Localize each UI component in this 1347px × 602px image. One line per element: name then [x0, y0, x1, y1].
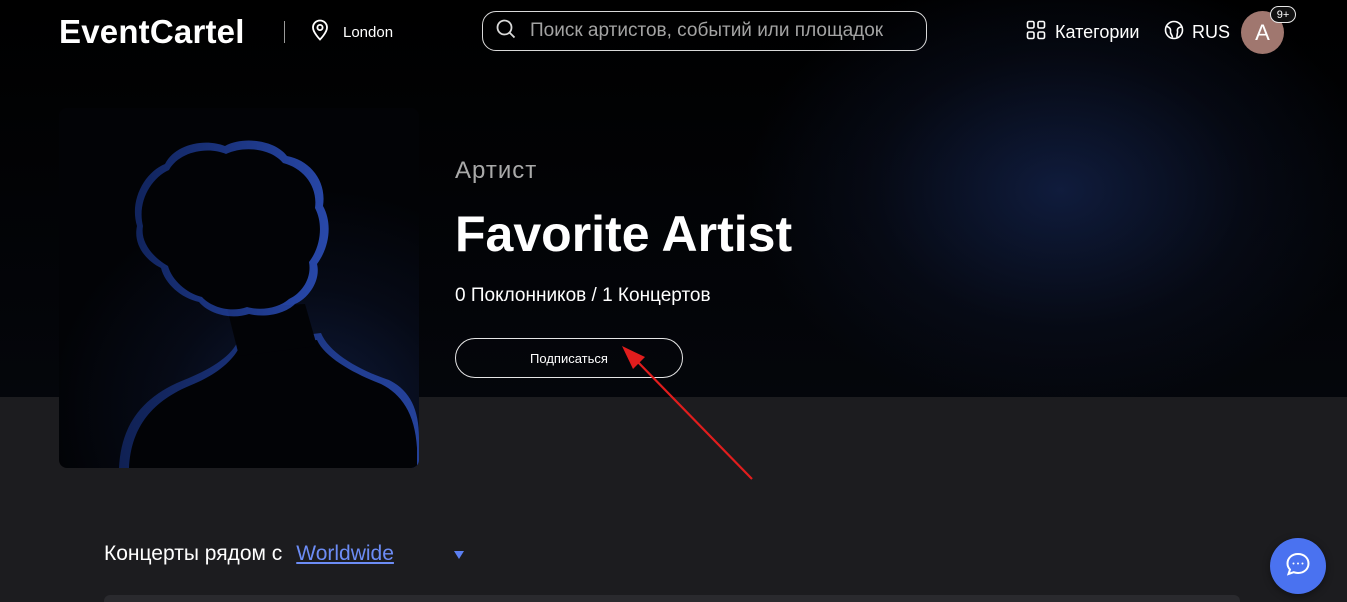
location-filter-link[interactable]: Worldwide: [296, 542, 394, 566]
globe-icon: [1164, 20, 1184, 45]
top-navbar: EventCartel London Поиск артистов, событ…: [0, 0, 1347, 64]
map-pin-icon: [310, 19, 330, 46]
concerts-heading: Концерты рядом с Worldwide: [104, 541, 394, 567]
artist-name: Favorite Artist: [455, 206, 793, 262]
page: EventCartel London Поиск артистов, событ…: [0, 0, 1347, 602]
logo[interactable]: EventCartel: [59, 13, 245, 51]
location-selector[interactable]: London: [310, 19, 394, 46]
location-label: London: [343, 23, 394, 41]
avatar-initial: A: [1255, 19, 1270, 45]
categories-label: Категории: [1055, 21, 1140, 42]
notification-badge[interactable]: 9+: [1270, 6, 1296, 23]
artist-photo: [59, 108, 419, 468]
header-divider: [284, 21, 285, 43]
concerts-list-panel: [104, 595, 1240, 602]
concerts-heading-prefix: Концерты рядом с: [104, 542, 283, 565]
search-icon: [483, 19, 516, 44]
artist-stats: 0 Поклонников / 1 Концертов: [455, 285, 711, 306]
language-label: RUS: [1192, 21, 1231, 42]
search-bar[interactable]: [482, 11, 927, 51]
chat-bubble-icon: [1284, 550, 1312, 583]
subscribe-button[interactable]: Подписаться: [455, 338, 683, 378]
grid-icon: [1026, 20, 1046, 45]
triangle-down-icon[interactable]: [453, 548, 465, 560]
language-selector[interactable]: RUS: [1156, 20, 1230, 44]
categories-button[interactable]: Категории: [1017, 20, 1139, 44]
search-input[interactable]: [528, 19, 926, 43]
chat-button[interactable]: [1270, 538, 1326, 594]
artist-type-label: Артист: [455, 157, 538, 184]
